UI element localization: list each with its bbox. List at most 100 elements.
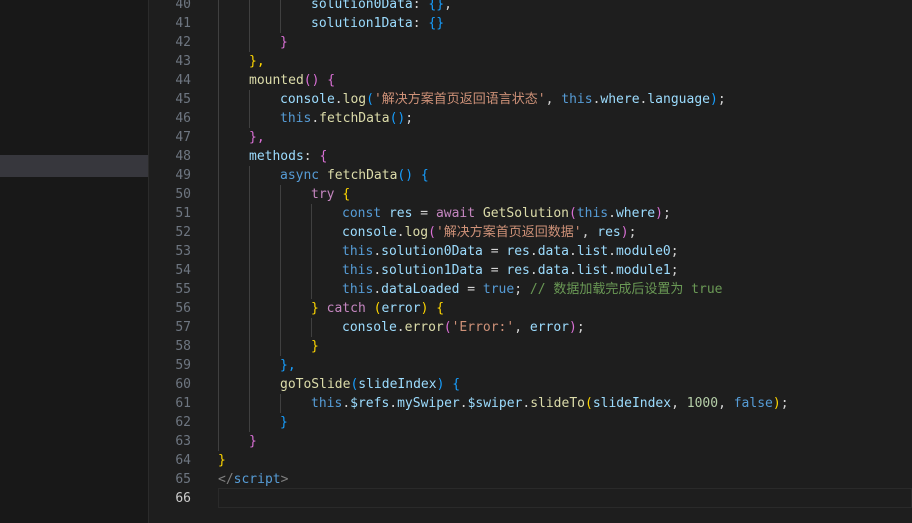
code-token: this	[342, 263, 374, 278]
code-line[interactable]: 54 this.solution1Data = res.data.list.mod…	[149, 261, 912, 280]
code-line[interactable]: 65 </script>	[149, 470, 912, 489]
code-content: },	[249, 52, 265, 71]
code-token: .	[396, 225, 405, 240]
indent-guide	[311, 204, 312, 223]
code-line[interactable]: 49 async fetchData() {	[149, 166, 912, 185]
code-line[interactable]: 44 mounted() {	[149, 71, 912, 90]
line-number: 43	[175, 54, 191, 69]
indent-guide	[249, 223, 250, 242]
code-line[interactable]: 46 this.fetchData();	[149, 109, 912, 128]
code-line[interactable]: 43},	[149, 52, 912, 71]
code-token: res	[506, 244, 530, 259]
code-token: }	[249, 434, 257, 449]
indent-guide	[249, 185, 250, 204]
code-line[interactable]: 60 goToSlide(slideIndex) {	[149, 375, 912, 394]
indent-guide	[280, 337, 281, 356]
code-token: async	[280, 168, 327, 183]
code-content: }	[311, 337, 319, 356]
code-token: solution1Data	[381, 263, 483, 278]
code-token: language	[647, 92, 710, 107]
line-number: 50	[175, 187, 191, 202]
code-token: '解决方案首页返回语言状态'	[373, 92, 546, 107]
line-number: 41	[175, 16, 191, 31]
code-token: catch	[318, 301, 374, 316]
code-token: 'Error:'	[451, 320, 515, 335]
indent-guide	[218, 242, 219, 261]
code-token: },	[249, 130, 265, 145]
code-token: ;	[780, 396, 789, 411]
code-line[interactable]: 45 console.log('解决方案首页返回语言状态', this.where…	[149, 90, 912, 109]
code-token: {	[342, 187, 351, 202]
code-token: {}	[428, 16, 445, 31]
code-line[interactable]: 50 try {	[149, 185, 912, 204]
code-token: =	[412, 206, 436, 221]
code-line[interactable]: 47},	[149, 128, 912, 147]
line-number: 46	[175, 111, 191, 126]
code-content: }	[280, 413, 288, 432]
code-token: )	[772, 396, 781, 411]
code-line[interactable]: 57 console.error('Error:', error);	[149, 318, 912, 337]
code-line[interactable]: 51 const res = await GetSolution(this.whe…	[149, 204, 912, 223]
line-number: 65	[175, 472, 191, 487]
indent-guide	[218, 261, 219, 280]
line-number: 42	[175, 35, 191, 50]
code-editor[interactable]: 40 solution0Data: {}, 41 solution1Data: {} 4…	[149, 0, 912, 523]
code-line[interactable]: 53 this.solution0Data = res.data.list.mod…	[149, 242, 912, 261]
indent-guide	[280, 242, 281, 261]
code-token: .	[389, 396, 398, 411]
code-content: console.error('Error:', error);	[342, 318, 585, 337]
indent-guide	[280, 223, 281, 242]
code-token: .	[569, 263, 577, 278]
indent-guide	[280, 299, 281, 318]
indent-guide	[249, 33, 250, 52]
code-line[interactable]: 56} catch (error) {	[149, 299, 912, 318]
code-token: =	[482, 263, 507, 278]
code-token: (	[569, 206, 577, 221]
code-line[interactable]: 59},	[149, 356, 912, 375]
code-line[interactable]: 52 console.log('解决方案首页返回数据', res);	[149, 223, 912, 242]
indent-guide	[249, 90, 250, 109]
code-line[interactable]: 61 this.$refs.mySwiper.$swiper.slideTo(sl…	[149, 394, 912, 413]
code-token: )	[569, 320, 577, 335]
code-line[interactable]: 48 methods: {	[149, 147, 912, 166]
code-token: slideTo	[530, 396, 585, 411]
line-number: 48	[175, 149, 191, 164]
code-line[interactable]: 40 solution0Data: {},	[149, 0, 912, 14]
code-line[interactable]: 41 solution1Data: {}	[149, 14, 912, 33]
code-token: GetSolution	[482, 206, 569, 221]
code-content: }	[280, 33, 288, 52]
code-token: .	[529, 244, 538, 259]
code-line[interactable]: 58}	[149, 337, 912, 356]
code-token: error	[404, 320, 444, 335]
code-line[interactable]: 62}	[149, 413, 912, 432]
code-token: '解决方案首页返回数据'	[435, 225, 582, 240]
code-token: >	[280, 472, 289, 487]
code-token: list	[576, 263, 609, 278]
indent-guide	[218, 356, 219, 375]
code-line[interactable]: 63}	[149, 432, 912, 451]
code-token: ;	[670, 244, 679, 259]
line-number: 58	[175, 339, 191, 354]
code-line[interactable]: 42}	[149, 33, 912, 52]
indent-guide	[311, 242, 312, 261]
indent-guide	[280, 0, 281, 14]
indent-guide	[249, 280, 250, 299]
code-token: this	[342, 282, 374, 297]
code-line[interactable]: 55 this.dataLoaded = true; // 数据加载完成后设置为 …	[149, 280, 912, 299]
indent-guide	[311, 280, 312, 299]
code-token: (	[584, 396, 593, 411]
code-token: )	[655, 206, 663, 221]
code-token: .	[373, 244, 382, 259]
code-content: this.fetchData();	[280, 109, 413, 128]
explorer-sidebar[interactable]	[0, 0, 149, 523]
code-token: console	[280, 92, 335, 107]
line-number: 66	[175, 491, 191, 506]
code-token: }	[311, 339, 319, 354]
code-token: .	[569, 244, 577, 259]
code-token: {}	[428, 0, 445, 12]
sidebar-selected-item[interactable]	[0, 155, 148, 177]
line-number: 59	[175, 358, 191, 373]
code-line[interactable]: 64}	[149, 451, 912, 470]
code-content: } catch (error) {	[311, 299, 444, 318]
code-token: ;	[717, 92, 726, 107]
